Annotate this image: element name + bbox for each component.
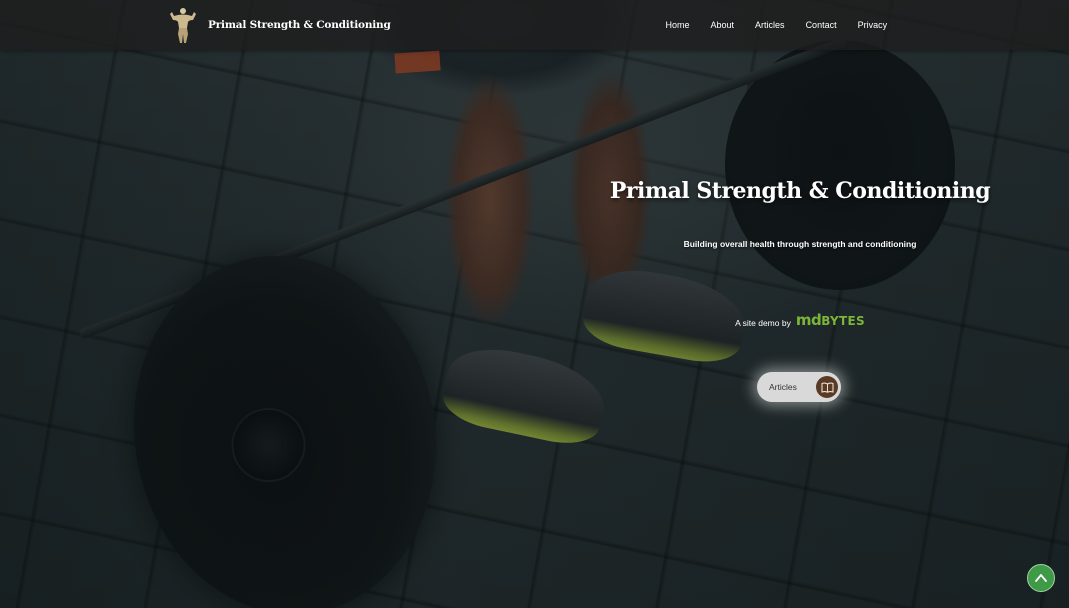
book-icon [816, 376, 838, 398]
nav-about[interactable]: About [700, 0, 745, 50]
nav-articles[interactable]: Articles [745, 0, 796, 50]
hero-background [0, 0, 1069, 608]
nav-privacy[interactable]: Privacy [847, 0, 898, 50]
hero-overlay [0, 0, 1069, 608]
hero-title: Primal Strength & Conditioning [609, 178, 991, 204]
nav-home[interactable]: Home [655, 0, 700, 50]
main-nav: Home About Articles Contact Privacy [655, 0, 898, 50]
demo-credit-text: A site demo by [735, 318, 791, 328]
mdbytes-logo-md: md [795, 311, 822, 329]
mdbytes-logo-link[interactable]: mdBYTES [796, 311, 865, 330]
chevron-up-icon [1035, 574, 1047, 582]
brand-name: Primal Strength & Conditioning [208, 19, 391, 31]
navbar: Primal Strength & Conditioning Home Abou… [0, 0, 1069, 50]
bodybuilder-logo-icon [170, 8, 196, 43]
back-to-top-button[interactable] [1027, 564, 1055, 592]
nav-contact[interactable]: Contact [795, 0, 847, 50]
mdbytes-logo-bytes: BYTES [821, 314, 865, 328]
site-demo-credit: A site demo by mdBYTES [600, 311, 1000, 330]
brand-link[interactable]: Primal Strength & Conditioning [170, 6, 391, 44]
articles-cta-button[interactable]: Articles [757, 372, 841, 402]
articles-cta-label: Articles [769, 382, 797, 392]
hero-subtitle: Building overall health through strength… [683, 239, 917, 249]
